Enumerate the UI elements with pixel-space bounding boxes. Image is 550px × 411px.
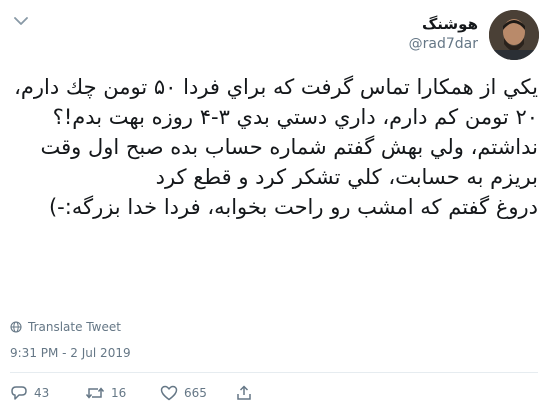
translate-tweet-link[interactable]: Translate Tweet [10, 320, 121, 334]
avatar[interactable] [489, 10, 539, 60]
tweet-timestamp[interactable]: 9:31 PM - 2 Jul 2019 [10, 346, 131, 360]
retweet-count: 16 [111, 386, 127, 400]
author-info: هوشنگ @rad7dar [409, 14, 478, 54]
divider [10, 372, 538, 373]
display-name[interactable]: هوشنگ [409, 14, 478, 34]
reply-button[interactable]: 43 [10, 385, 85, 401]
share-button[interactable] [235, 385, 253, 401]
chevron-down-icon[interactable] [14, 16, 28, 26]
like-icon [160, 385, 178, 401]
like-button[interactable]: 665 [160, 385, 235, 401]
user-handle[interactable]: @rad7dar [409, 34, 478, 54]
tweet-header: هوشنگ @rad7dar [0, 10, 550, 62]
like-count: 665 [184, 386, 207, 400]
reply-count: 43 [34, 386, 50, 400]
retweet-icon [85, 387, 105, 399]
share-icon [237, 385, 251, 400]
reply-icon [11, 386, 27, 400]
retweet-button[interactable]: 16 [85, 385, 160, 401]
tweet-text: يكي از همكارا تماس گرفت كه براي فردا ۵۰ … [14, 75, 538, 219]
globe-icon [10, 321, 22, 333]
translate-tweet-label: Translate Tweet [28, 320, 121, 334]
tweet-actions: 43 16 665 [10, 385, 253, 401]
